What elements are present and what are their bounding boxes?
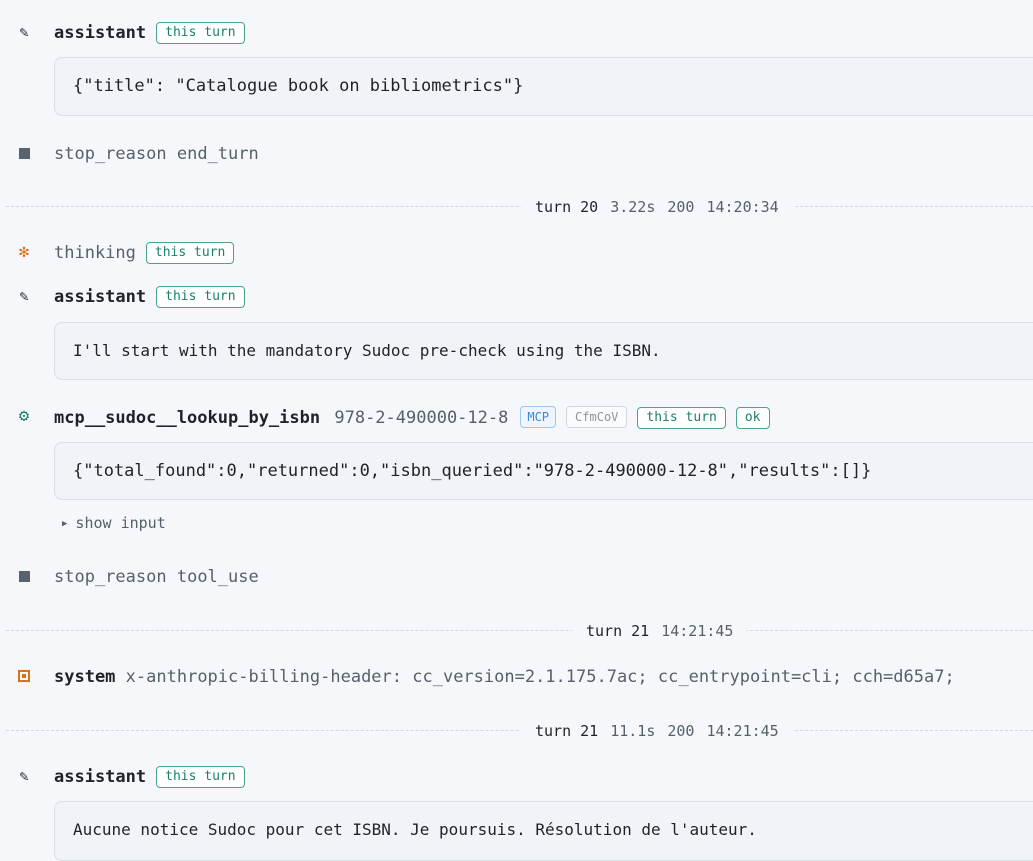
pencil-icon: ✎ [19, 767, 29, 785]
show-input-toggle[interactable]: ▶ show input [62, 514, 166, 532]
turn-status: 200 [667, 722, 695, 740]
turn-number: turn 21 [586, 622, 650, 640]
tool-arg: 978-2-490000-12-8 [334, 408, 509, 428]
stop-reason-label: stop_reason [54, 144, 167, 164]
this-turn-badge: this turn [156, 286, 245, 308]
event-role: assistant [54, 287, 147, 307]
stop-reason-label: stop_reason [54, 567, 167, 587]
message-box: Aucune notice Sudoc pour cet ISBN. Je po… [54, 801, 1033, 861]
system-square-icon [16, 666, 32, 688]
sparkle-icon: ✻ [18, 242, 30, 262]
show-input-label: show input [75, 514, 166, 532]
message-box: {"title": "Catalogue book on bibliometri… [54, 57, 1033, 116]
turn-number: turn 21 [535, 722, 599, 740]
stop-reason-value: end_turn [176, 144, 259, 164]
triangle-right-icon: ▶ [62, 519, 68, 529]
status-ok-badge: ok [735, 407, 770, 429]
this-turn-badge: this turn [637, 407, 726, 429]
event-role: assistant [54, 23, 147, 43]
call-id-badge: CfmCoV [566, 406, 628, 428]
event-role: assistant [54, 767, 147, 787]
pencil-icon: ✎ [19, 23, 29, 41]
turn-status: 200 [667, 198, 695, 216]
event-role: thinking [54, 243, 136, 263]
event-role: system [54, 667, 116, 687]
this-turn-badge: this turn [156, 22, 245, 44]
message-box: I'll start with the mandatory Sudoc pre-… [54, 322, 1033, 380]
gear-icon: ⚙ [18, 406, 30, 426]
turn-header: turn 21 14:21:45 [572, 621, 748, 641]
turn-divider [6, 206, 1033, 207]
turn-time: 14:21:45 [661, 622, 734, 640]
tool-name: mcp__sudoc__lookup_by_isbn [54, 408, 321, 428]
turn-number: turn 20 [535, 198, 599, 216]
this-turn-badge: this turn [145, 242, 235, 264]
system-content: x-anthropic-billing-header: cc_version=2… [125, 667, 955, 687]
turn-divider [6, 730, 1033, 731]
turn-divider [6, 630, 1033, 631]
stop-reason-value: tool_use [176, 567, 259, 587]
turn-header: turn 21 11.1s 200 14:21:45 [521, 721, 793, 741]
turn-header: turn 20 3.22s 200 14:20:34 [521, 197, 793, 217]
this-turn-badge: this turn [156, 766, 245, 788]
stop-square-icon [16, 566, 32, 588]
tool-result-box: {"total_found":0,"returned":0,"isbn_quer… [54, 442, 1033, 500]
pencil-icon: ✎ [19, 287, 29, 305]
turn-time: 14:20:34 [706, 198, 779, 216]
turn-time: 14:21:45 [706, 722, 779, 740]
turn-duration: 11.1s [610, 722, 656, 740]
stop-square-icon [16, 143, 32, 165]
mcp-badge: MCP [520, 406, 557, 428]
turn-duration: 3.22s [610, 198, 656, 216]
